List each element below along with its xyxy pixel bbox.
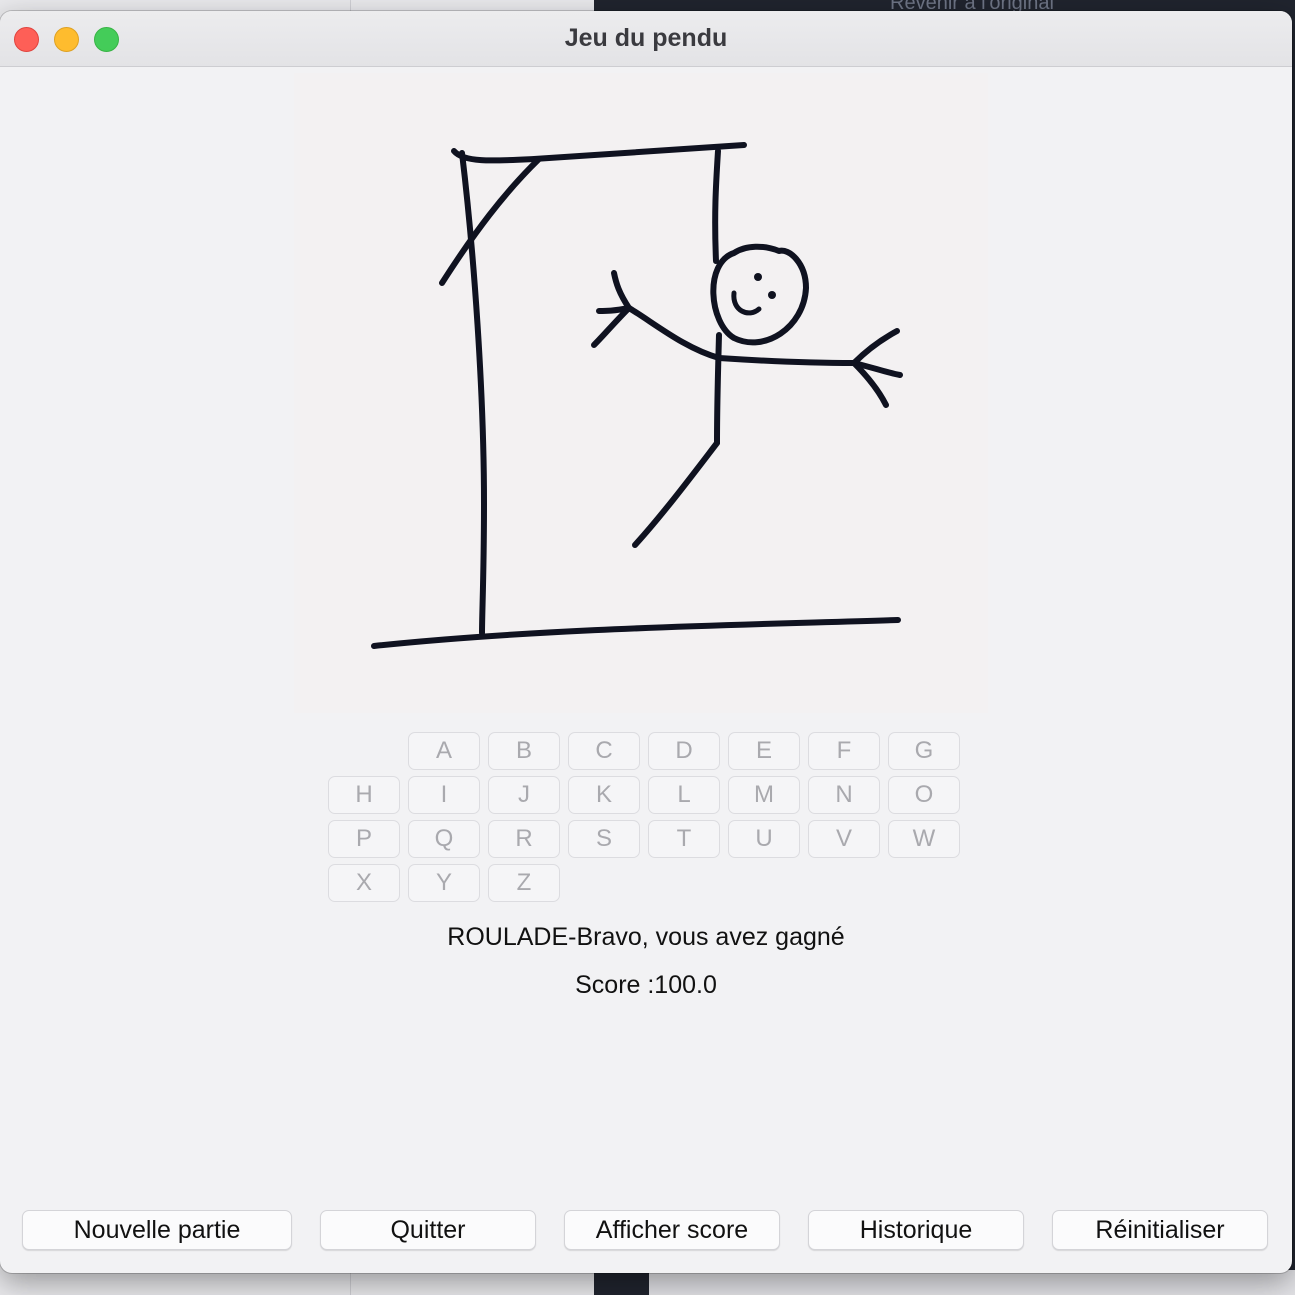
letter-key-e[interactable]: E	[728, 732, 800, 770]
score-label: Score :100.0	[575, 971, 717, 999]
letter-key-i[interactable]: I	[408, 776, 480, 814]
letter-key-p[interactable]: P	[328, 820, 400, 858]
letter-key-y[interactable]: Y	[408, 864, 480, 902]
title-bar[interactable]: Jeu du pendu	[0, 11, 1292, 67]
hangman-drawing	[294, 73, 988, 713]
letter-key-o[interactable]: O	[888, 776, 960, 814]
letter-key-u[interactable]: U	[728, 820, 800, 858]
letter-key-k[interactable]: K	[568, 776, 640, 814]
reset-button[interactable]: Réinitialiser	[1052, 1210, 1268, 1250]
window-title: Jeu du pendu	[564, 24, 728, 52]
hangman-window: Jeu du pendu A B C D E F G H I J K L M N…	[0, 11, 1292, 1273]
letter-key-h[interactable]: H	[328, 776, 400, 814]
letter-key-a[interactable]: A	[408, 732, 480, 770]
letter-key-t[interactable]: T	[648, 820, 720, 858]
letter-key-g[interactable]: G	[888, 732, 960, 770]
letter-key-r[interactable]: R	[488, 820, 560, 858]
letter-key-q[interactable]: Q	[408, 820, 480, 858]
show-score-button[interactable]: Afficher score	[564, 1210, 780, 1250]
letter-key-d[interactable]: D	[648, 732, 720, 770]
letter-key-m[interactable]: M	[728, 776, 800, 814]
letter-key-s[interactable]: S	[568, 820, 640, 858]
history-button[interactable]: Historique	[808, 1210, 1024, 1250]
game-result-message: ROULADE-Bravo, vous avez gagné	[447, 923, 845, 951]
letter-key-c[interactable]: C	[568, 732, 640, 770]
letter-key-n[interactable]: N	[808, 776, 880, 814]
letter-key-x[interactable]: X	[328, 864, 400, 902]
letter-key-j[interactable]: J	[488, 776, 560, 814]
letter-key-w[interactable]: W	[888, 820, 960, 858]
letter-key-l[interactable]: L	[648, 776, 720, 814]
letter-key-f[interactable]: F	[808, 732, 880, 770]
hangman-icon	[371, 142, 903, 649]
background-strip	[649, 1270, 1295, 1295]
letter-key-v[interactable]: V	[808, 820, 880, 858]
letter-key-b[interactable]: B	[488, 732, 560, 770]
quit-button[interactable]: Quitter	[320, 1210, 536, 1250]
new-game-button[interactable]: Nouvelle partie	[22, 1210, 292, 1250]
letter-key-z[interactable]: Z	[488, 864, 560, 902]
